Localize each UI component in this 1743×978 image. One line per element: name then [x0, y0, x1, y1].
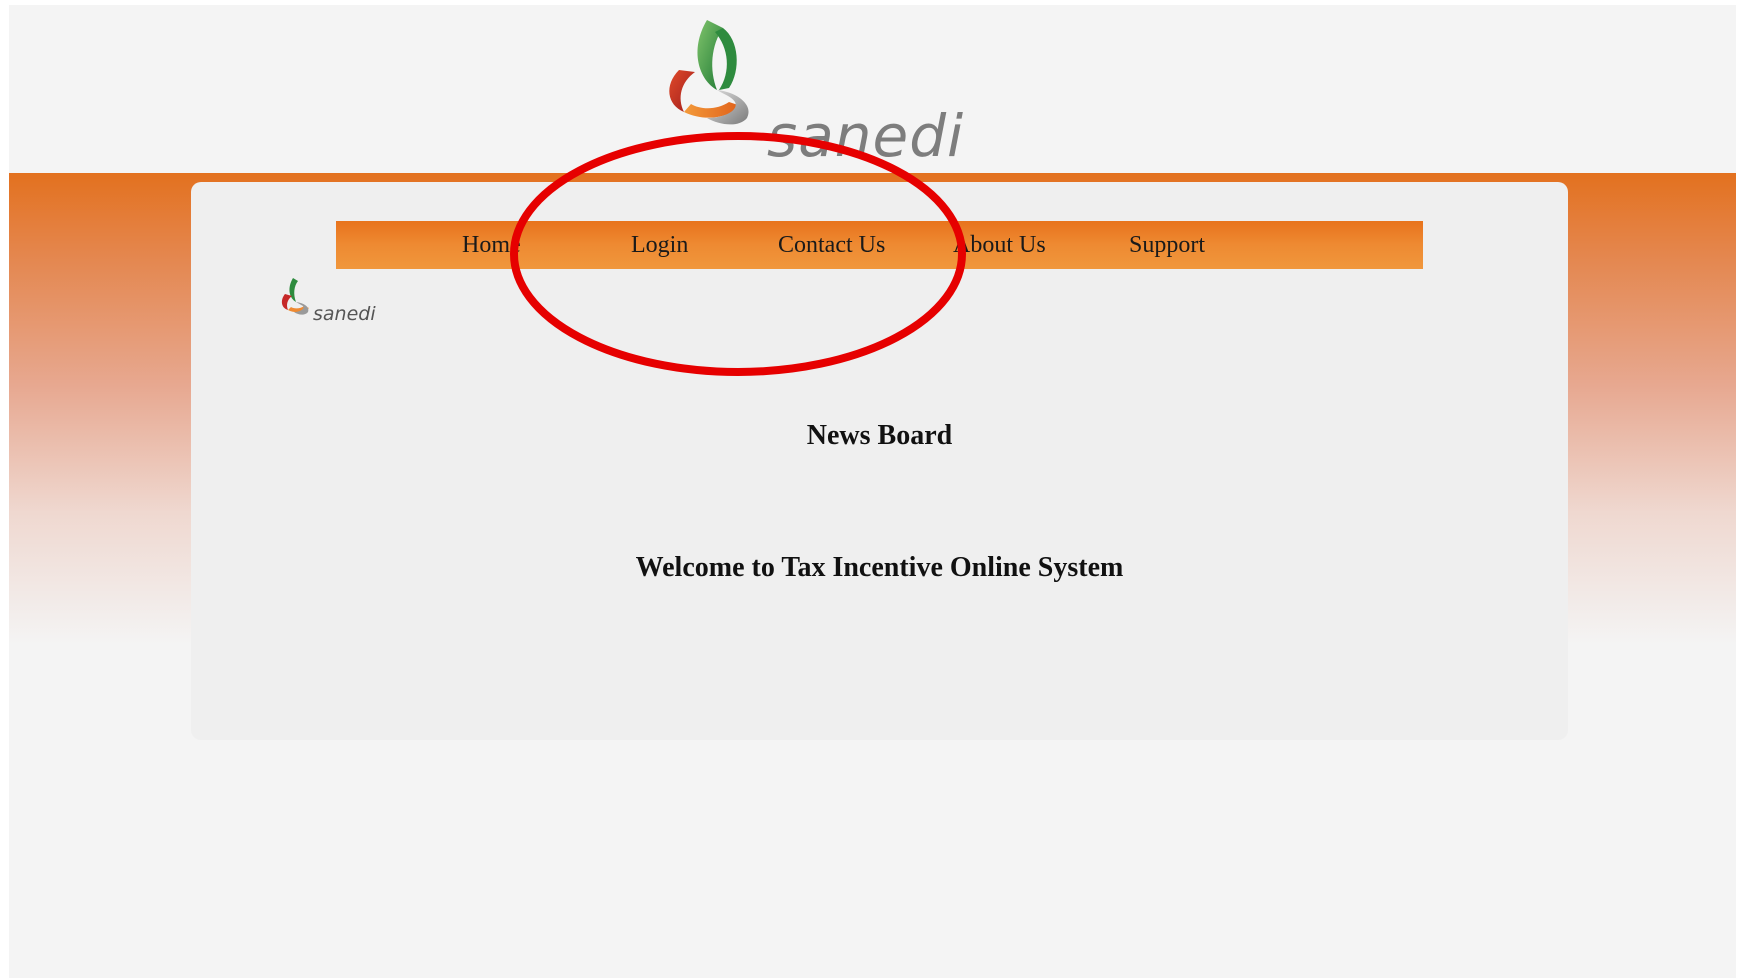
page-frame: sanedi Home Login Contact Us About Us Su…: [9, 5, 1736, 978]
main-navbar: Home Login Contact Us About Us Support: [336, 221, 1423, 269]
sanedi-small-logo[interactable]: sanedi: [279, 274, 389, 334]
content-card: Home Login Contact Us About Us Support s…: [191, 182, 1568, 740]
nav-login[interactable]: Login: [631, 221, 688, 269]
sanedi-logo-graphic: sanedi: [669, 20, 964, 170]
nav-contact-us[interactable]: Contact Us: [778, 221, 885, 269]
welcome-message: Welcome to Tax Incentive Online System: [635, 552, 1124, 583]
nav-support[interactable]: Support: [1129, 221, 1205, 269]
svg-text:sanedi: sanedi: [313, 303, 376, 325]
sanedi-small-logo-graphic: sanedi: [281, 278, 376, 325]
nav-home[interactable]: Home: [462, 221, 521, 269]
sanedi-logo[interactable]: sanedi: [659, 10, 979, 170]
svg-text:sanedi: sanedi: [767, 102, 964, 170]
news-board-title: News Board: [806, 420, 953, 451]
nav-about-us[interactable]: About Us: [953, 221, 1046, 269]
